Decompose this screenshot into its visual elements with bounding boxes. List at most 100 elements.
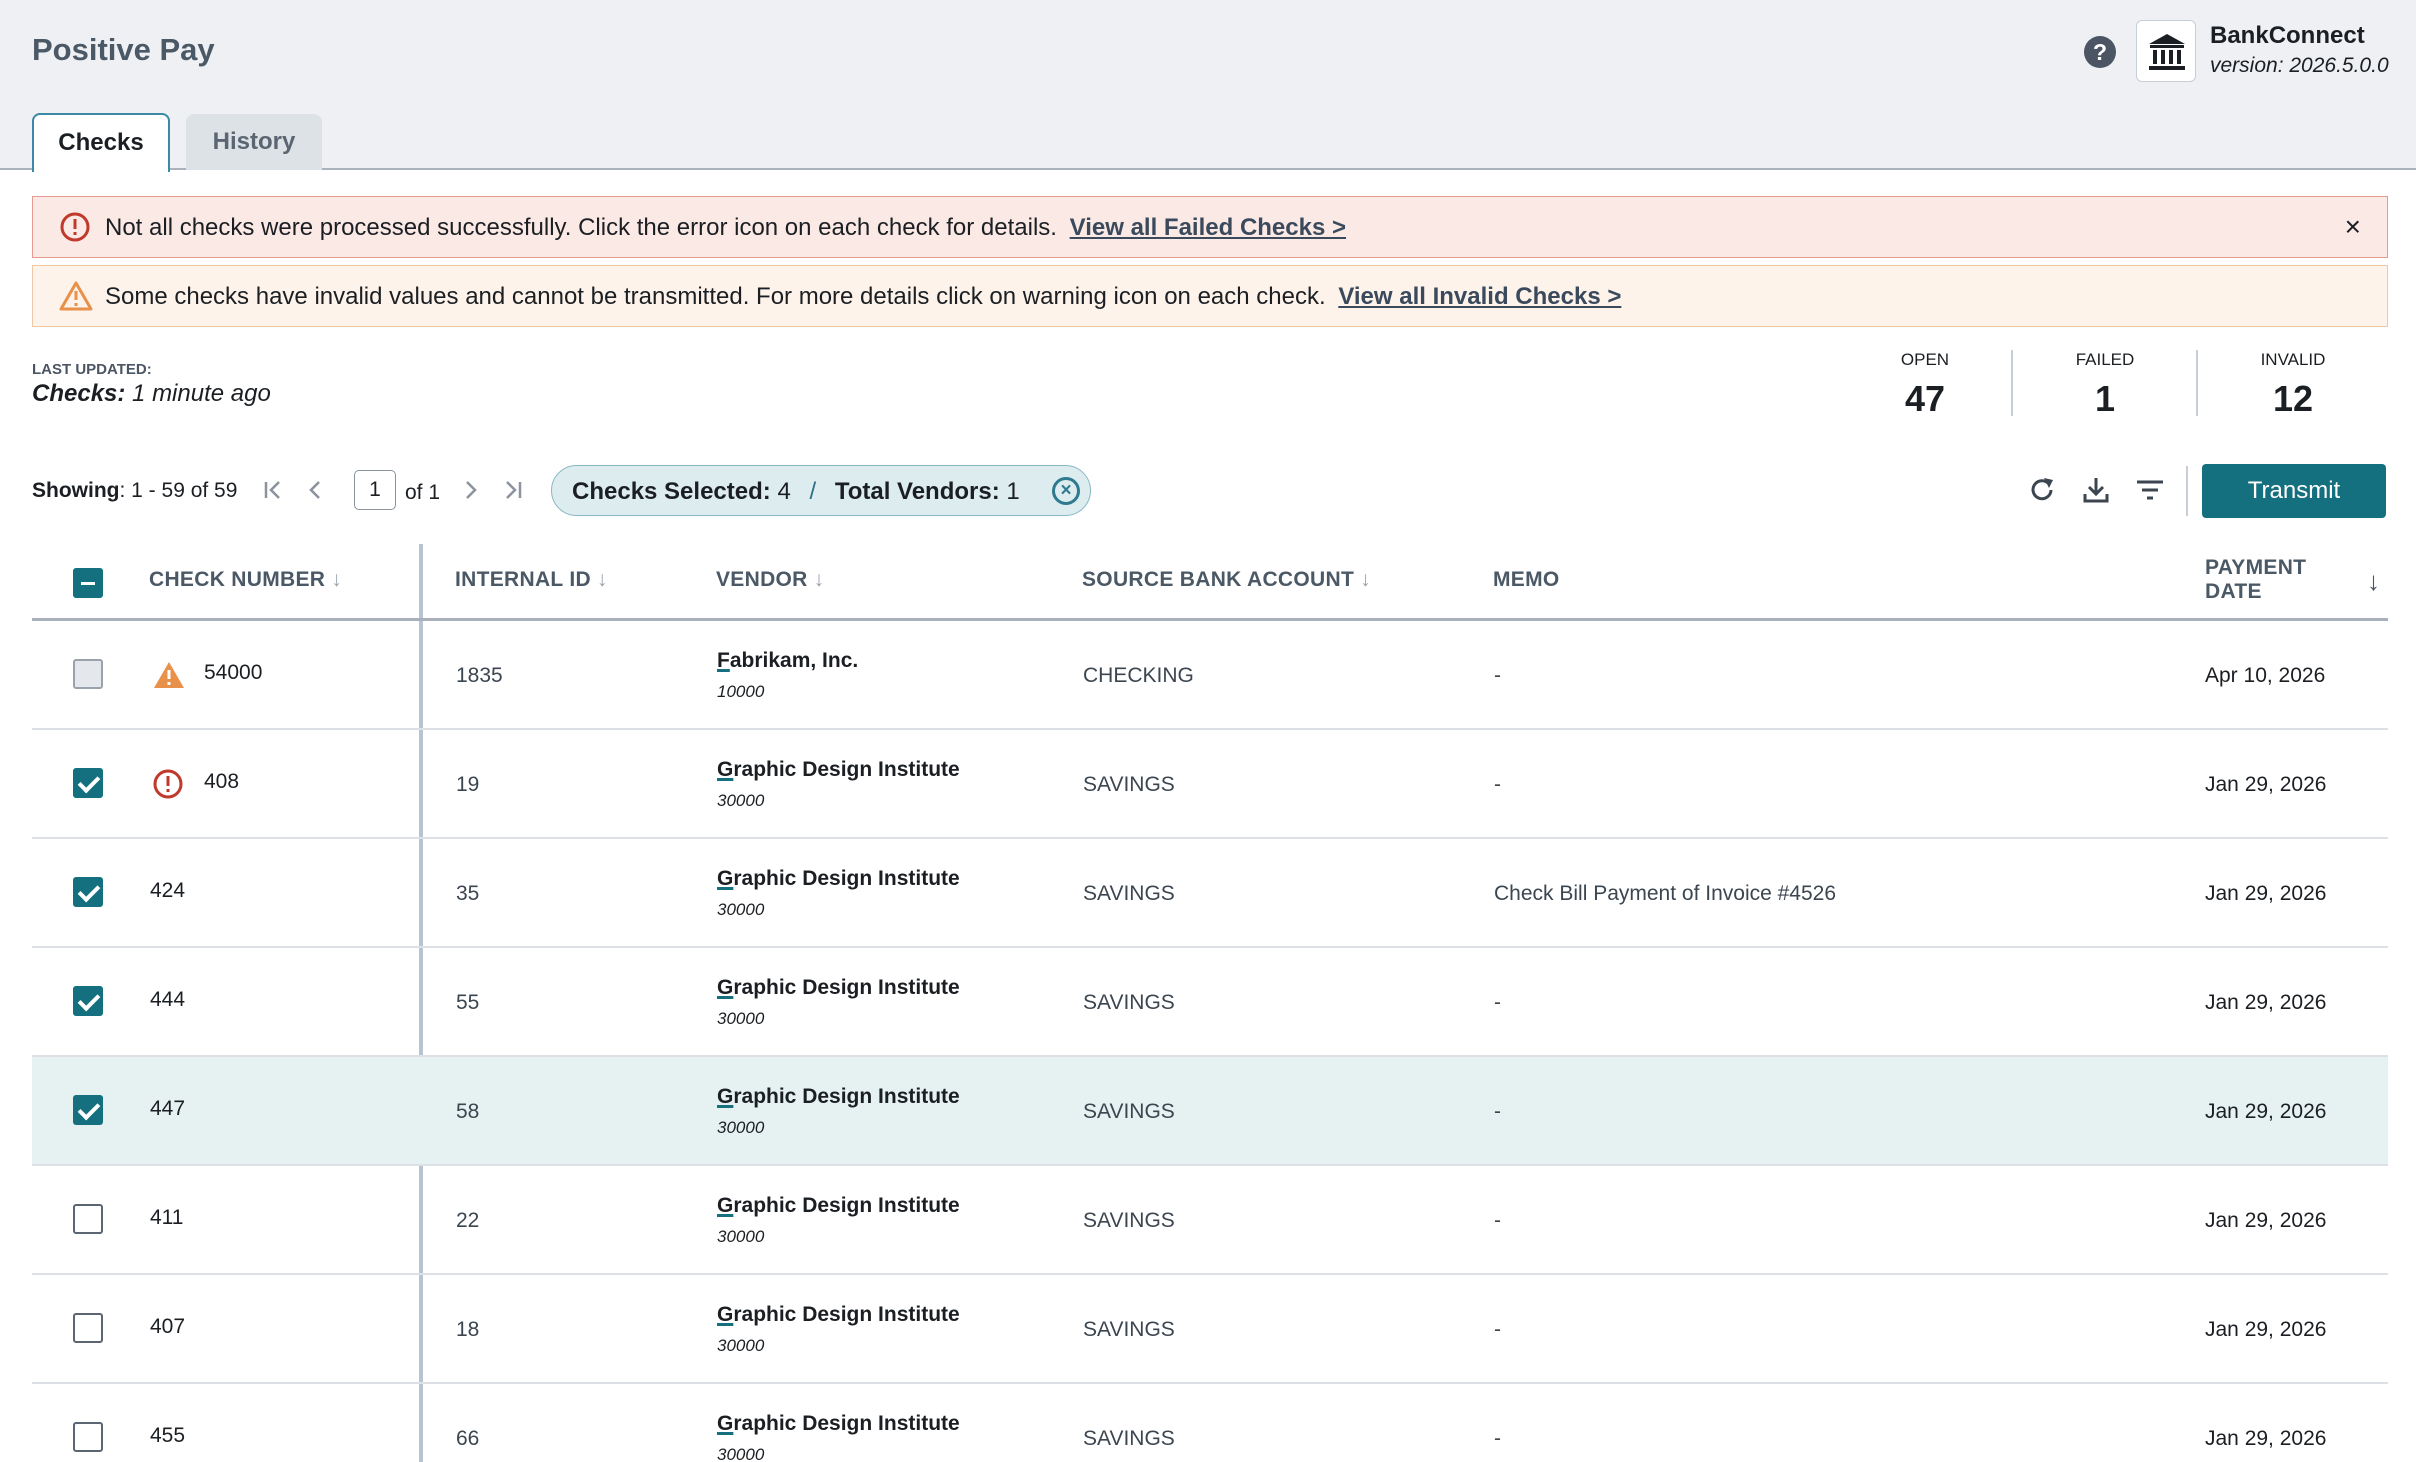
memo: - bbox=[1494, 773, 1501, 796]
table-header: CHECK NUMBER ↓ INTERNAL ID ↓ VENDOR ↓ SOURC… bbox=[32, 544, 2388, 621]
column-internal-id-label: INTERNAL ID bbox=[455, 568, 591, 591]
table-row[interactable]: 54000 1835 Fabrikam, Inc. 10000 CHECKING - Apr… bbox=[32, 621, 2388, 730]
column-source-bank-account[interactable]: SOURCE BANK ACCOUNT ↓ bbox=[1082, 568, 1371, 592]
page-number-input[interactable]: 1 bbox=[354, 470, 396, 510]
sort-arrow-icon[interactable]: ↓ bbox=[2367, 566, 2380, 597]
table-row[interactable]: 408 19 Graphic Design Institute 30000 SAVING… bbox=[32, 730, 2388, 839]
vendor-name-link[interactable]: Graphic Design Institute bbox=[717, 1194, 960, 1218]
tab-checks[interactable]: Checks bbox=[32, 113, 170, 172]
vendor-name-link[interactable]: Graphic Design Institute bbox=[717, 1085, 960, 1109]
table-row[interactable]: 411 22 Graphic Design Institute 30000 SAVING… bbox=[32, 1166, 2388, 1275]
row-checkbox[interactable] bbox=[73, 1204, 103, 1234]
sort-arrow-icon: ↓ bbox=[1360, 568, 1371, 591]
internal-id: 22 bbox=[456, 1209, 480, 1232]
row-checkbox[interactable] bbox=[73, 1313, 103, 1343]
next-page-icon[interactable] bbox=[458, 478, 482, 502]
column-check-number[interactable]: CHECK NUMBER ↓ bbox=[149, 568, 342, 592]
table-row[interactable]: 407 18 Graphic Design Institute 30000 SAVING… bbox=[32, 1275, 2388, 1384]
vendor-name: raphic Design Institute bbox=[733, 976, 960, 999]
checks-table: CHECK NUMBER ↓ INTERNAL ID ↓ VENDOR ↓ SOURC… bbox=[32, 544, 2388, 1462]
help-icon[interactable]: ? bbox=[2084, 36, 2116, 68]
memo: - bbox=[1494, 664, 1501, 687]
vendor-name: raphic Design Institute bbox=[733, 1303, 960, 1326]
vendor-name: raphic Design Institute bbox=[733, 1412, 960, 1435]
stat-failed: FAILED 1 bbox=[2020, 350, 2190, 420]
checks-selected-value: 4 bbox=[777, 478, 791, 505]
last-updated-subject: Checks: bbox=[32, 380, 126, 407]
source-bank-account: CHECKING bbox=[1083, 664, 1194, 687]
first-page-icon[interactable] bbox=[262, 478, 286, 502]
internal-id: 35 bbox=[456, 882, 480, 905]
row-checkbox[interactable] bbox=[73, 1095, 103, 1125]
column-source-bank-account-label: SOURCE BANK ACCOUNT bbox=[1082, 568, 1355, 591]
vendor-name-link[interactable]: Graphic Design Institute bbox=[717, 976, 960, 1000]
column-internal-id[interactable]: INTERNAL ID ↓ bbox=[455, 568, 608, 592]
column-payment-date[interactable]: PAYMENT DATE bbox=[2205, 556, 2306, 604]
check-number: 411 bbox=[150, 1206, 184, 1229]
vendor-initial: G bbox=[717, 1085, 734, 1108]
close-icon[interactable]: × bbox=[2345, 211, 2361, 243]
row-checkbox[interactable] bbox=[73, 877, 103, 907]
memo: - bbox=[1494, 1318, 1501, 1341]
source-bank-account: SAVINGS bbox=[1083, 1318, 1175, 1341]
total-vendors-value: 1 bbox=[1006, 478, 1020, 505]
table-body: 54000 1835 Fabrikam, Inc. 10000 CHECKING - Apr… bbox=[32, 621, 2388, 1462]
error-banner-text: Not all checks were processed successful… bbox=[105, 214, 1057, 241]
vendor-name-link[interactable]: Graphic Design Institute bbox=[717, 758, 960, 782]
vendor-cell: Graphic Design Institute 30000 bbox=[717, 1085, 960, 1138]
source-bank-account: SAVINGS bbox=[1083, 1100, 1175, 1123]
page-total: of 1 bbox=[405, 481, 441, 504]
column-vendor-label: VENDOR bbox=[716, 568, 808, 591]
toolbar-divider bbox=[2186, 466, 2188, 516]
column-memo[interactable]: MEMO bbox=[1493, 568, 1560, 592]
last-page-icon[interactable] bbox=[500, 478, 524, 502]
vendor-code: 30000 bbox=[717, 1118, 765, 1137]
select-all-checkbox[interactable] bbox=[73, 568, 103, 598]
error-icon[interactable] bbox=[152, 768, 184, 800]
internal-id: 55 bbox=[456, 991, 480, 1014]
row-checkbox[interactable] bbox=[73, 986, 103, 1016]
table-row[interactable]: 424 35 Graphic Design Institute 30000 SAVING… bbox=[32, 839, 2388, 948]
vendor-name: raphic Design Institute bbox=[733, 1085, 960, 1108]
transmit-button[interactable]: Transmit bbox=[2202, 464, 2386, 518]
payment-date: Apr 10, 2026 bbox=[2205, 664, 2326, 687]
warning-banner-text: Some checks have invalid values and cann… bbox=[105, 283, 1326, 310]
vendor-code: 30000 bbox=[717, 791, 765, 810]
stat-failed-label: FAILED bbox=[2075, 350, 2135, 369]
vendor-initial: F bbox=[717, 649, 730, 672]
prev-page-icon[interactable] bbox=[304, 478, 328, 502]
column-vendor[interactable]: VENDOR ↓ bbox=[716, 568, 824, 592]
vendor-cell: Graphic Design Institute 30000 bbox=[717, 758, 960, 811]
view-invalid-checks-link[interactable]: View all Invalid Checks > bbox=[1338, 283, 1621, 310]
vendor-initial: G bbox=[717, 1194, 734, 1217]
memo: - bbox=[1494, 1209, 1501, 1232]
vendor-code: 30000 bbox=[717, 1227, 765, 1246]
source-bank-account: SAVINGS bbox=[1083, 882, 1175, 905]
table-row[interactable]: 455 66 Graphic Design Institute 30000 SAVING… bbox=[32, 1384, 2388, 1462]
refresh-icon[interactable] bbox=[2026, 474, 2058, 506]
showing-label: Showing bbox=[32, 479, 120, 502]
stat-open-value: 47 bbox=[1904, 378, 1946, 419]
internal-id: 19 bbox=[456, 773, 480, 796]
vendor-code: 30000 bbox=[717, 1009, 765, 1028]
payment-date: Jan 29, 2026 bbox=[2205, 1318, 2327, 1341]
vendor-name-link[interactable]: Fabrikam, Inc. bbox=[717, 649, 858, 673]
warning-icon[interactable] bbox=[152, 659, 186, 691]
row-checkbox[interactable] bbox=[73, 1422, 103, 1452]
payment-date: Jan 29, 2026 bbox=[2205, 991, 2327, 1014]
view-failed-checks-link[interactable]: View all Failed Checks > bbox=[1070, 214, 1346, 241]
table-row[interactable]: 444 55 Graphic Design Institute 30000 SAVING… bbox=[32, 948, 2388, 1057]
download-icon[interactable] bbox=[2080, 474, 2112, 506]
vendor-name-link[interactable]: Graphic Design Institute bbox=[717, 1412, 960, 1436]
vendor-initial: G bbox=[717, 1303, 734, 1326]
showing-count: Showing: 1 - 59 of 59 bbox=[32, 479, 237, 503]
tab-history[interactable]: History bbox=[186, 114, 322, 170]
table-row[interactable]: 447 58 Graphic Design Institute 30000 SAVING… bbox=[32, 1057, 2388, 1166]
clear-selection-icon[interactable]: × bbox=[1052, 477, 1080, 505]
vendor-name-link[interactable]: Graphic Design Institute bbox=[717, 1303, 960, 1327]
filter-icon[interactable] bbox=[2134, 474, 2166, 506]
vendor-name-link[interactable]: Graphic Design Institute bbox=[717, 867, 960, 891]
vendor-initial: G bbox=[717, 758, 734, 781]
row-checkbox[interactable] bbox=[73, 768, 103, 798]
error-icon bbox=[60, 212, 90, 242]
